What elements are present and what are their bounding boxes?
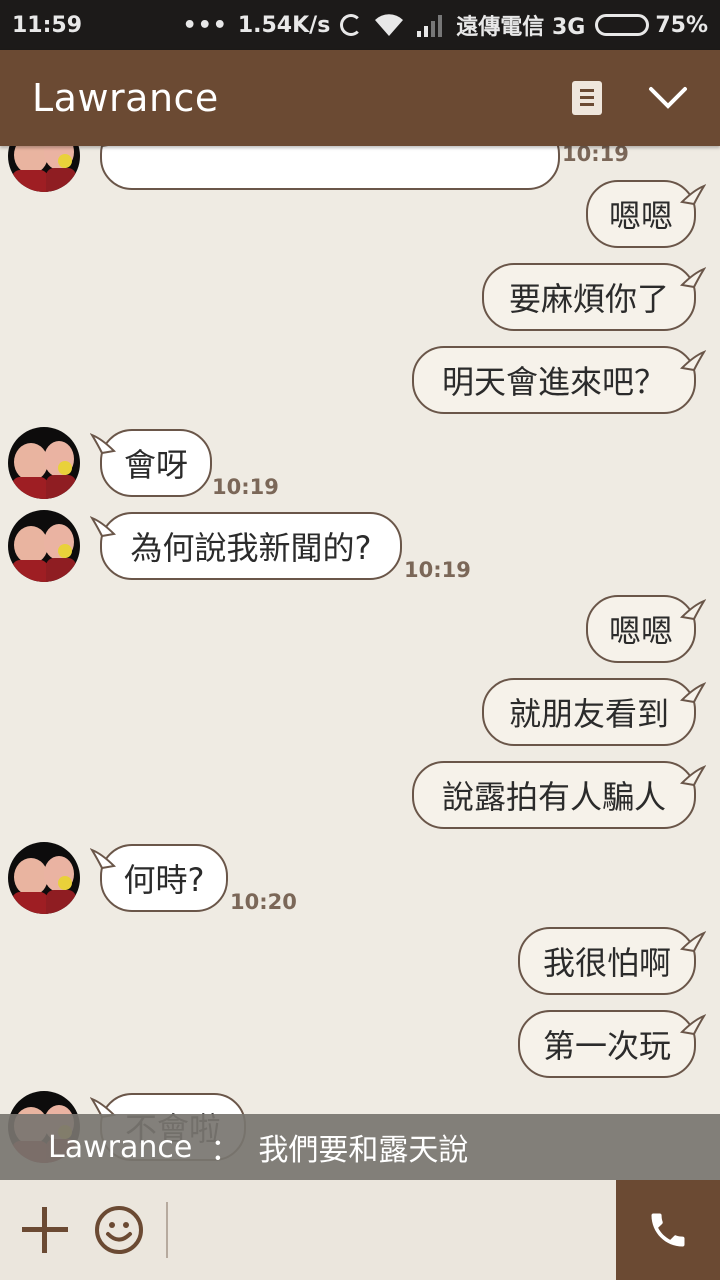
battery-icon	[595, 14, 650, 36]
message-bubble[interactable]: 我很怕啊	[518, 927, 696, 995]
bubble-tail	[680, 682, 706, 704]
call-button[interactable]	[616, 1180, 720, 1280]
plus-icon[interactable]	[22, 1207, 68, 1253]
chat-header: Lawrance	[0, 50, 720, 146]
battery-indicator: 75%	[595, 13, 708, 38]
network-speed: 1.54K/s	[237, 12, 331, 38]
message-input[interactable]	[168, 1180, 616, 1280]
message-bubble[interactable]: 就朋友看到	[482, 678, 696, 746]
notification-separator: ：	[210, 1133, 241, 1168]
message-bubble[interactable]: 何時?	[100, 844, 228, 912]
message-bubble[interactable]: 會呀	[100, 429, 212, 497]
battery-percent: 75%	[655, 12, 708, 38]
avatar[interactable]	[8, 510, 80, 582]
avatar[interactable]	[8, 427, 80, 499]
avatar[interactable]	[8, 146, 80, 192]
phone-icon	[651, 1213, 685, 1247]
smiley-icon[interactable]	[94, 1205, 144, 1255]
message-bubble[interactable]: 為何說我新聞的?	[100, 512, 402, 580]
carrier-label: 遠傳電信 3G	[456, 15, 586, 40]
signal-icon	[416, 13, 446, 37]
chat-title: Lawrance	[32, 76, 219, 120]
message-bubble[interactable]: 第一次玩	[518, 1010, 696, 1078]
bubble-tail	[90, 516, 116, 538]
notification-sender: Lawrance	[48, 1129, 193, 1165]
bubble-tail	[680, 1014, 706, 1036]
status-bar: 11:59 ••• 1.54K/s 遠傳電信 3G 75%	[0, 0, 720, 50]
bubble-tail	[90, 433, 116, 455]
notification-message: 我們要和露天說	[258, 1133, 469, 1168]
avatar[interactable]	[8, 842, 80, 914]
message-time: 10:19	[404, 558, 471, 582]
message-bubble[interactable]: 說露拍有人騙人	[412, 761, 696, 829]
message-time: 10:19	[562, 146, 629, 166]
bubble-tail	[680, 350, 706, 372]
wifi-icon	[372, 12, 406, 38]
input-bar	[0, 1180, 720, 1280]
bubble-tail	[100, 146, 109, 148]
bubble-tail	[680, 267, 706, 289]
notes-icon[interactable]	[572, 81, 602, 115]
message-bubble[interactable]: 明天會進來吧？	[412, 346, 696, 414]
bubble-tail	[680, 184, 706, 206]
status-time: 11:59	[12, 12, 83, 38]
message-bubble[interactable]	[100, 146, 560, 190]
bubble-tail	[90, 848, 116, 870]
incoming-notification[interactable]: Lawrance ： 我們要和露天說	[0, 1114, 720, 1180]
notification-dots-icon: •••	[182, 12, 228, 38]
message-time: 10:19	[212, 475, 279, 499]
bubble-tail	[680, 931, 706, 953]
chevron-down-icon[interactable]	[648, 78, 688, 118]
bubble-tail	[680, 599, 706, 621]
sync-icon	[340, 14, 363, 36]
message-list[interactable]: 10:19嗯嗯已讀10:19要麻煩你了已讀10:19明天會進來吧？已讀10:19…	[0, 146, 720, 1180]
message-time: 10:20	[230, 890, 297, 914]
message-bubble[interactable]: 要麻煩你了	[482, 263, 696, 331]
bubble-tail	[680, 765, 706, 787]
